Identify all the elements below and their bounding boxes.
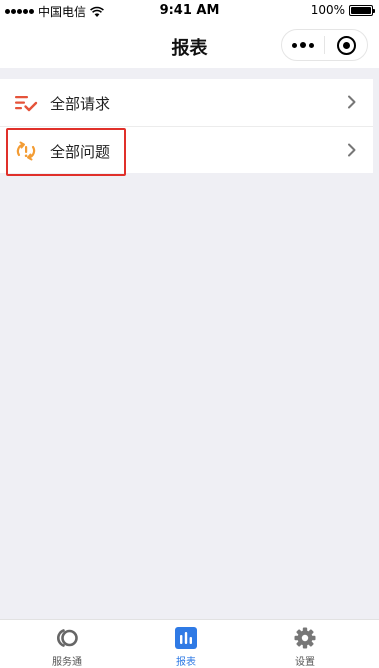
navigation-bar: 报表 bbox=[0, 22, 379, 68]
list-item-all-problems[interactable]: 全部问题 bbox=[0, 126, 373, 173]
battery-percent: 100% bbox=[310, 3, 345, 17]
service-icon bbox=[57, 629, 78, 647]
tab-label: 服务通 bbox=[52, 657, 82, 668]
more-dots-icon[interactable] bbox=[282, 30, 324, 60]
mini-program-capsule bbox=[281, 29, 368, 61]
list-item-label: 全部请求 bbox=[50, 95, 111, 113]
problem-refresh-icon bbox=[16, 141, 36, 161]
tab-label: 设置 bbox=[295, 657, 315, 668]
list-item-label: 全部问题 bbox=[50, 143, 111, 161]
target-close-icon bbox=[336, 35, 356, 55]
report-list: 全部请求 全部问题 bbox=[0, 79, 373, 173]
tab-bar: 服务通 报表 设置 bbox=[0, 619, 379, 668]
status-right: 100% bbox=[310, 3, 375, 17]
chevron-right-icon bbox=[348, 143, 356, 157]
chevron-right-icon bbox=[348, 95, 356, 109]
battery-icon bbox=[349, 4, 375, 16]
list-item-all-requests[interactable]: 全部请求 bbox=[0, 79, 373, 126]
battery-fill bbox=[351, 6, 371, 14]
tab-service[interactable]: 服务通 bbox=[4, 620, 130, 668]
status-bar: 中国电信 9:41 AM 100% bbox=[0, 0, 379, 22]
tab-report[interactable]: 报表 bbox=[123, 620, 249, 668]
close-mini-program-button[interactable] bbox=[325, 30, 367, 60]
tab-label: 报表 bbox=[176, 657, 196, 668]
request-list-icon bbox=[15, 96, 38, 112]
report-icon bbox=[175, 627, 197, 649]
tab-settings[interactable]: 设置 bbox=[242, 620, 368, 668]
gear-icon bbox=[294, 627, 316, 649]
